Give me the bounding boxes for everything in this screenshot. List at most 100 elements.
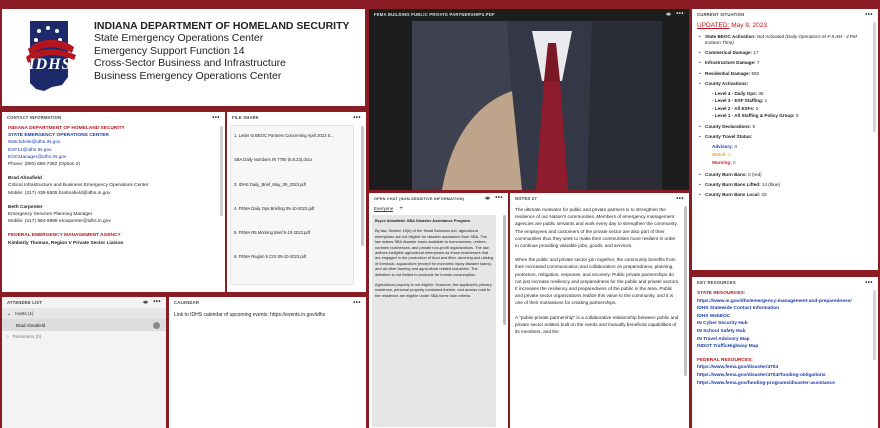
contact-seoc: STATE EMERGENCY OPERATIONS CENTER	[8, 133, 109, 139]
chat-messages: Bryce Ahnafield: SBA Disaster Assistance…	[372, 215, 496, 427]
level-row: - Level 2 - All ESFs: 0	[712, 105, 759, 111]
header-title-line: State Emergency Operations Center	[94, 32, 264, 45]
file-item[interactable]: 5. FEMA R5 Morning Brief 5-10-2023.pdf	[234, 230, 310, 235]
resources-scrollbar[interactable]	[873, 290, 876, 360]
resources-header: KEY RESOURCES •••	[692, 277, 878, 288]
state-resource-link[interactable]: IN Cyber Security Hub	[697, 320, 869, 328]
federal-resource-link[interactable]: https://www.fema.gov/funding-programs/di…	[697, 380, 869, 388]
resources-title: KEY RESOURCES	[697, 280, 736, 285]
pod-menu-icon[interactable]: •••	[865, 12, 873, 18]
layout-toggle-icon[interactable]: ⇹	[485, 195, 490, 202]
situation-list: State BEOC Activation: Not Activated (Da…	[697, 34, 868, 198]
state-resource-link[interactable]: IN Travel Advisory Map	[697, 336, 869, 344]
contact-email-esf14[interactable]: ESF14@idhs.IN.gov	[8, 147, 219, 154]
hosts-label: Hosts (1)	[15, 311, 34, 316]
state-resource-link[interactable]: IDHS WebEOC	[697, 313, 869, 321]
file-item[interactable]: 4. FEMA Daily Ops Briefing 05-10-2023.pd…	[234, 206, 314, 211]
attendee-title: ATTENDEE LIST	[7, 300, 43, 305]
header-title-line: Business Emergency Operations Center	[94, 69, 282, 82]
contact-scrollbar[interactable]	[220, 126, 223, 216]
file-item[interactable]: 1. Letter to BEOC Partners Concerning Ap…	[234, 133, 334, 138]
chat-message-paragraph: By law, Section 18(b) of the Small Busin…	[375, 228, 493, 277]
notes-scrollbar[interactable]	[684, 206, 687, 376]
header-title-block: INDIANA DEPARTMENT OF HOMELAND SECURITY …	[94, 20, 350, 82]
contact-email-eocmanager[interactable]: EOCManager@idhs.IN.gov	[8, 154, 219, 161]
state-resource-link[interactable]: IDHS Statewide Contact Information	[697, 305, 869, 313]
travel-advisory: Advisory: 0	[712, 144, 738, 150]
file-item[interactable]: 6. FEMA Region 5 COI 05-10-2023.pdf	[234, 254, 306, 259]
file-item[interactable]: SBA Daily Numbers IN 7780 (5.8.23).docx	[234, 157, 312, 162]
contact-email-watchdesk[interactable]: Watchdesk@idhs.IN.gov	[8, 139, 219, 146]
tab-everyone[interactable]: Everyone	[374, 206, 394, 212]
level-row: - Level 3 - ESF Staffing: 1	[712, 98, 768, 104]
state-resource-link[interactable]: https://www.in.gov/dhs/emergency-managem…	[697, 298, 869, 306]
add-tab-icon[interactable]: +	[399, 206, 403, 212]
chat-title: OPEN CHAT (NON-SENSITIVE INFORMATION)	[374, 196, 465, 201]
file-list: 1. Letter to BEOC Partners Concerning Ap…	[230, 125, 354, 285]
file-item[interactable]: 3. IDHS Daily_Brief_May_09_2023.pdf	[234, 182, 306, 187]
pod-menu-icon[interactable]: •••	[353, 115, 361, 121]
calendar-title: CALENDAR	[174, 300, 200, 305]
contact-org-fema: FEDERAL EMERGENCY MANAGEMENT AGENCY	[8, 233, 121, 239]
pod-menu-icon[interactable]: •••	[676, 196, 684, 202]
host-row[interactable]: Brad Ahnafield	[2, 319, 166, 331]
situation-item: State BEOC Activation: Not Activated (Da…	[697, 34, 868, 45]
pod-menu-icon[interactable]: •••	[353, 300, 361, 306]
state-resources-heading: STATE RESOURCES:	[697, 291, 746, 296]
webcam-icon	[153, 321, 160, 329]
federal-resource-link[interactable]: https://www.fema.gov/disaster/4704#fundi…	[697, 372, 869, 380]
hosts-group[interactable]: ⌄ Hosts (1)	[2, 308, 166, 319]
travel-warning: Warning: 0	[712, 160, 736, 166]
situation-scrollbar[interactable]	[873, 22, 876, 132]
situation-item: County Activations: - Level 4 - Daily Op…	[697, 81, 868, 119]
pdf-viewer-pod: FEMA BUILDING PUBLIC PRIVATE PARTNERSHIP…	[369, 9, 689, 190]
contact-pod-title: CONTACT INFORMATION	[7, 115, 62, 120]
attendee-header: ATTENDEE LIST ⇹ •••	[2, 297, 166, 308]
chat-pod: OPEN CHAT (NON-SENSITIVE INFORMATION) ⇹ …	[369, 193, 508, 428]
file-share-header: FILE SHARE •••	[227, 112, 366, 123]
layout-toggle-icon[interactable]: ⇹	[666, 11, 671, 18]
contact-mobile-brad: Mobile: (317) 435-5505 brahnafield@idhs.…	[8, 190, 111, 196]
state-resource-link[interactable]: INDOT TrafficHighway Map	[697, 343, 869, 351]
state-resource-link[interactable]: IN School Safety Hub	[697, 328, 869, 336]
situation-item: County Burn Bans Local: 33	[697, 192, 868, 198]
situation-pod: CURRENT SITUATION ••• UPDATED: May 9, 20…	[692, 9, 878, 270]
notes-paragraph: A "public-private partnership" is a coll…	[515, 314, 679, 335]
pod-menu-icon[interactable]: •••	[153, 299, 161, 306]
situation-item: County Burn Bans Lifted: 14 (blue)	[697, 182, 868, 188]
contact-pod-header: CONTACT INFORMATION •••	[2, 112, 225, 123]
updated-date: May 9, 2023	[731, 22, 767, 29]
chevron-down-icon: ⌄	[7, 310, 12, 317]
pdf-page-image	[412, 21, 662, 190]
layout-toggle-icon[interactable]: ⇹	[143, 299, 148, 306]
notes-content: The ultimate motivator for public and pr…	[510, 204, 689, 335]
pod-menu-icon[interactable]: •••	[676, 11, 684, 18]
notes-pod: NOTES 27 ••• The ultimate motivator for …	[510, 193, 689, 428]
contact-pod: CONTACT INFORMATION ••• INDIANA DEPARTME…	[2, 112, 225, 292]
pod-menu-icon[interactable]: •••	[865, 280, 873, 286]
resources-content: STATE RESOURCES: https://www.in.gov/dhs/…	[692, 288, 878, 387]
contact-role-brad: Critical Infrastructure and Business Eme…	[8, 183, 149, 189]
file-share-scrollbar[interactable]	[361, 126, 364, 246]
attendee-pod: ATTENDEE LIST ⇹ ••• ⌄ Hosts (1) Brad Ahn…	[2, 297, 166, 428]
idhs-logo: IDHS	[22, 19, 78, 93]
host-name: Brad Ahnafield	[16, 322, 46, 328]
calendar-pod: CALENDAR ••• Link to IDHS calendar of up…	[169, 297, 366, 428]
presenters-group[interactable]: › Presenters (0)	[2, 331, 166, 342]
level-row: - Level 1 - All Staffing & Policy Group:…	[712, 113, 799, 118]
situation-item: County Burn Bans: 0 (red)	[697, 172, 868, 178]
updated-line: UPDATED: May 9, 2023	[697, 22, 868, 29]
county-levels: - Level 4 - Daily Ops: 35 - Level 3 - ES…	[705, 90, 868, 120]
header-title-line: Emergency Support Function 14	[94, 44, 245, 57]
calendar-text[interactable]: Link to IDHS calendar of upcoming events…	[169, 308, 366, 322]
contact-phone: Phone: (800) 669-7362 (Option 2)	[8, 162, 81, 168]
chat-scrollbar[interactable]	[503, 215, 506, 325]
travel-watch: Watch: 0	[712, 152, 731, 158]
pdf-viewer-title: FEMA BUILDING PUBLIC PRIVATE PARTNERSHIP…	[374, 12, 495, 17]
pod-menu-icon[interactable]: •••	[212, 115, 220, 121]
federal-resource-link[interactable]: https://www.fema.gov/disaster/4704	[697, 364, 869, 372]
level-row: - Level 4 - Daily Ops: 35	[712, 90, 764, 96]
pod-menu-icon[interactable]: •••	[495, 195, 503, 202]
chevron-right-icon: ›	[7, 333, 9, 340]
pdf-viewer-header: FEMA BUILDING PUBLIC PRIVATE PARTNERSHIP…	[369, 9, 689, 20]
